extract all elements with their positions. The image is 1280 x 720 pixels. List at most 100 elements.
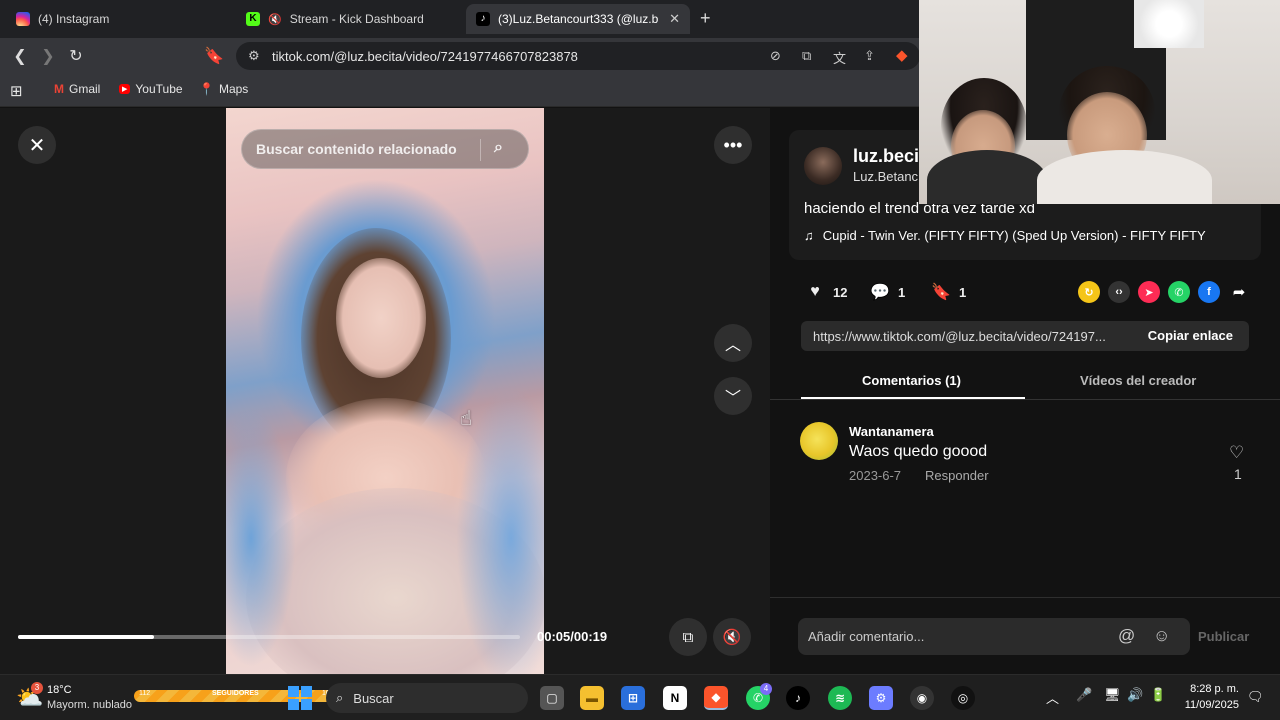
next-video-button[interactable]: ﹀: [714, 377, 752, 415]
creator-avatar[interactable]: [804, 147, 842, 185]
instagram-icon: [16, 12, 30, 26]
open-external-icon[interactable]: ⧉: [802, 48, 811, 64]
repost-icon[interactable]: ↻: [1078, 281, 1100, 303]
more-options-button[interactable]: •••: [714, 126, 752, 164]
like-button[interactable]: ♥ 12: [805, 282, 847, 302]
comment-button[interactable]: 💬 1: [870, 282, 905, 302]
more-share-icon[interactable]: ➦: [1228, 281, 1250, 303]
spotify-icon[interactable]: ≋: [828, 686, 852, 710]
bookmark-maps[interactable]: 📍 Maps: [199, 82, 248, 96]
person-right-shirt: [1037, 150, 1212, 204]
creator-username[interactable]: luz.becit: [853, 146, 925, 167]
brave-browser-icon[interactable]: ◆: [704, 686, 728, 710]
followers-label: SEGUIDORES: [212, 690, 259, 697]
post-music[interactable]: ♫ Cupid - Twin Ver. (FIFTY FIFTY) (Sped …: [804, 228, 1206, 243]
apps-grid-icon[interactable]: ⊞: [10, 82, 23, 100]
whatsapp-share-icon[interactable]: ✆: [1168, 281, 1190, 303]
face-shape: [336, 258, 426, 378]
bookmark-icon[interactable]: 🔖: [204, 46, 224, 66]
browser-toolbar: ❮ ❯ ↻ 🔖 ⚙ tiktok.com/@luz.becita/video/7…: [0, 38, 920, 74]
tiktok-app-icon[interactable]: ♪: [786, 686, 810, 710]
video-player[interactable]: ☝: [226, 108, 544, 674]
facebook-share-icon[interactable]: f: [1198, 281, 1220, 303]
tab-comments[interactable]: Comentarios (1): [862, 373, 961, 388]
url-text: tiktok.com/@luz.becita/video/72419774667…: [272, 48, 578, 64]
curtain-shape: [1134, 0, 1204, 48]
webcam-overlay: [919, 0, 1280, 204]
notion-icon[interactable]: N: [663, 686, 687, 710]
no-tracking-icon[interactable]: ⊘: [770, 48, 781, 64]
clock-date[interactable]: 11/09/2025: [1181, 699, 1239, 711]
bookmark-label: Gmail: [69, 82, 101, 96]
bookmark-youtube[interactable]: ▶ YouTube: [119, 82, 183, 96]
brave-shield-icon[interactable]: ◆: [896, 46, 908, 64]
new-tab-button[interactable]: +: [700, 8, 711, 29]
followers-left: 112: [139, 690, 151, 697]
network-icon[interactable]: 🖥: [1104, 687, 1121, 703]
mute-button[interactable]: 🔇: [713, 618, 751, 656]
bookmark-gmail[interactable]: M Gmail: [54, 82, 100, 96]
previous-video-button[interactable]: ︿: [714, 324, 752, 362]
embed-icon[interactable]: ‹›: [1108, 281, 1130, 303]
streaming-app-icon[interactable]: ◎: [951, 686, 975, 710]
tab-creator-videos[interactable]: Vídeos del creador: [1080, 373, 1196, 388]
video-progress-bar[interactable]: [18, 635, 520, 639]
site-info-icon[interactable]: ⚙: [248, 48, 260, 64]
close-viewer-button[interactable]: ✕: [18, 126, 56, 164]
composer-divider: [770, 597, 1280, 598]
save-button[interactable]: 🔖 1: [931, 282, 966, 302]
comment-text: Waos quedo goood: [849, 443, 988, 460]
save-count: 1: [959, 284, 967, 300]
tab-kick-dashboard[interactable]: K 🔇 Stream - Kick Dashboard: [236, 4, 460, 34]
picture-in-picture-button[interactable]: ⧉: [669, 618, 707, 656]
emoji-icon[interactable]: ☺: [1153, 626, 1170, 646]
search-icon[interactable]: ⌕: [494, 139, 503, 157]
show-hidden-icons[interactable]: ︿: [1046, 688, 1059, 707]
gmail-icon: M: [54, 82, 64, 96]
bookmark-label: YouTube: [135, 82, 183, 96]
share-icon[interactable]: ⇪: [864, 48, 875, 64]
commenter-avatar[interactable]: [800, 422, 838, 460]
comment-author[interactable]: Wantanamera: [849, 424, 934, 439]
microphone-icon[interactable]: 🎤: [1076, 687, 1092, 703]
publish-button[interactable]: Publicar: [1198, 629, 1249, 644]
close-tab-icon[interactable]: ✕: [669, 11, 680, 27]
video-link-box[interactable]: https://www.tiktok.com/@luz.becita/video…: [801, 321, 1249, 351]
comment-like-count: 1: [1234, 466, 1242, 482]
tab-label: Stream - Kick Dashboard: [289, 12, 424, 26]
tab-tiktok[interactable]: ♪ (3)Luz.Betancourt333 (@luz.becit ✕: [466, 4, 690, 34]
notifications-icon[interactable]: 🗨: [1247, 689, 1264, 705]
forward-button[interactable]: ❯: [38, 46, 58, 66]
battery-icon[interactable]: 🔋: [1150, 687, 1166, 703]
comment-count: 1: [898, 284, 906, 300]
settings-app-icon[interactable]: ⚙: [869, 686, 893, 710]
copy-link-button[interactable]: Copiar enlace: [1148, 328, 1233, 343]
comment-like-icon[interactable]: ♡: [1229, 443, 1244, 463]
reload-button[interactable]: ↻: [66, 46, 86, 66]
tab-label: (4) Instagram: [38, 12, 110, 26]
task-view-icon[interactable]: ▢: [540, 686, 564, 710]
like-count: 12: [833, 284, 848, 300]
related-search-input[interactable]: Buscar contenido relacionado ⌕: [241, 129, 529, 169]
creator-display-name: Luz.Betanc: [853, 169, 919, 184]
start-button[interactable]: [288, 686, 312, 710]
maps-pin-icon: 📍: [199, 82, 214, 96]
translate-icon[interactable]: 文: [833, 48, 846, 67]
mention-icon[interactable]: @: [1118, 626, 1135, 646]
microsoft-store-icon[interactable]: ⊞: [621, 686, 645, 710]
person-left-shirt: [927, 150, 1047, 204]
comment-reply-button[interactable]: Responder: [925, 468, 989, 483]
taskbar-search-label: Buscar: [353, 690, 394, 706]
file-explorer-icon[interactable]: ▬: [580, 686, 604, 710]
tab-instagram[interactable]: (4) Instagram: [6, 4, 230, 34]
clock-time[interactable]: 8:28 p. m.: [1181, 683, 1239, 695]
back-button[interactable]: ❮: [10, 46, 30, 66]
mouse-cursor-icon: ☝: [460, 408, 473, 430]
bookmark-save-icon: 🔖: [931, 284, 951, 301]
send-to-friends-icon[interactable]: ➤: [1138, 281, 1160, 303]
address-bar[interactable]: ⚙ tiktok.com/@luz.becita/video/724197746…: [236, 42, 920, 70]
comment-input[interactable]: Añadir comentario... @ ☺: [798, 618, 1190, 655]
taskbar-search[interactable]: ⌕ Buscar: [326, 683, 528, 713]
volume-icon[interactable]: 🔊: [1127, 687, 1143, 703]
obs-icon[interactable]: ◉: [910, 686, 934, 710]
